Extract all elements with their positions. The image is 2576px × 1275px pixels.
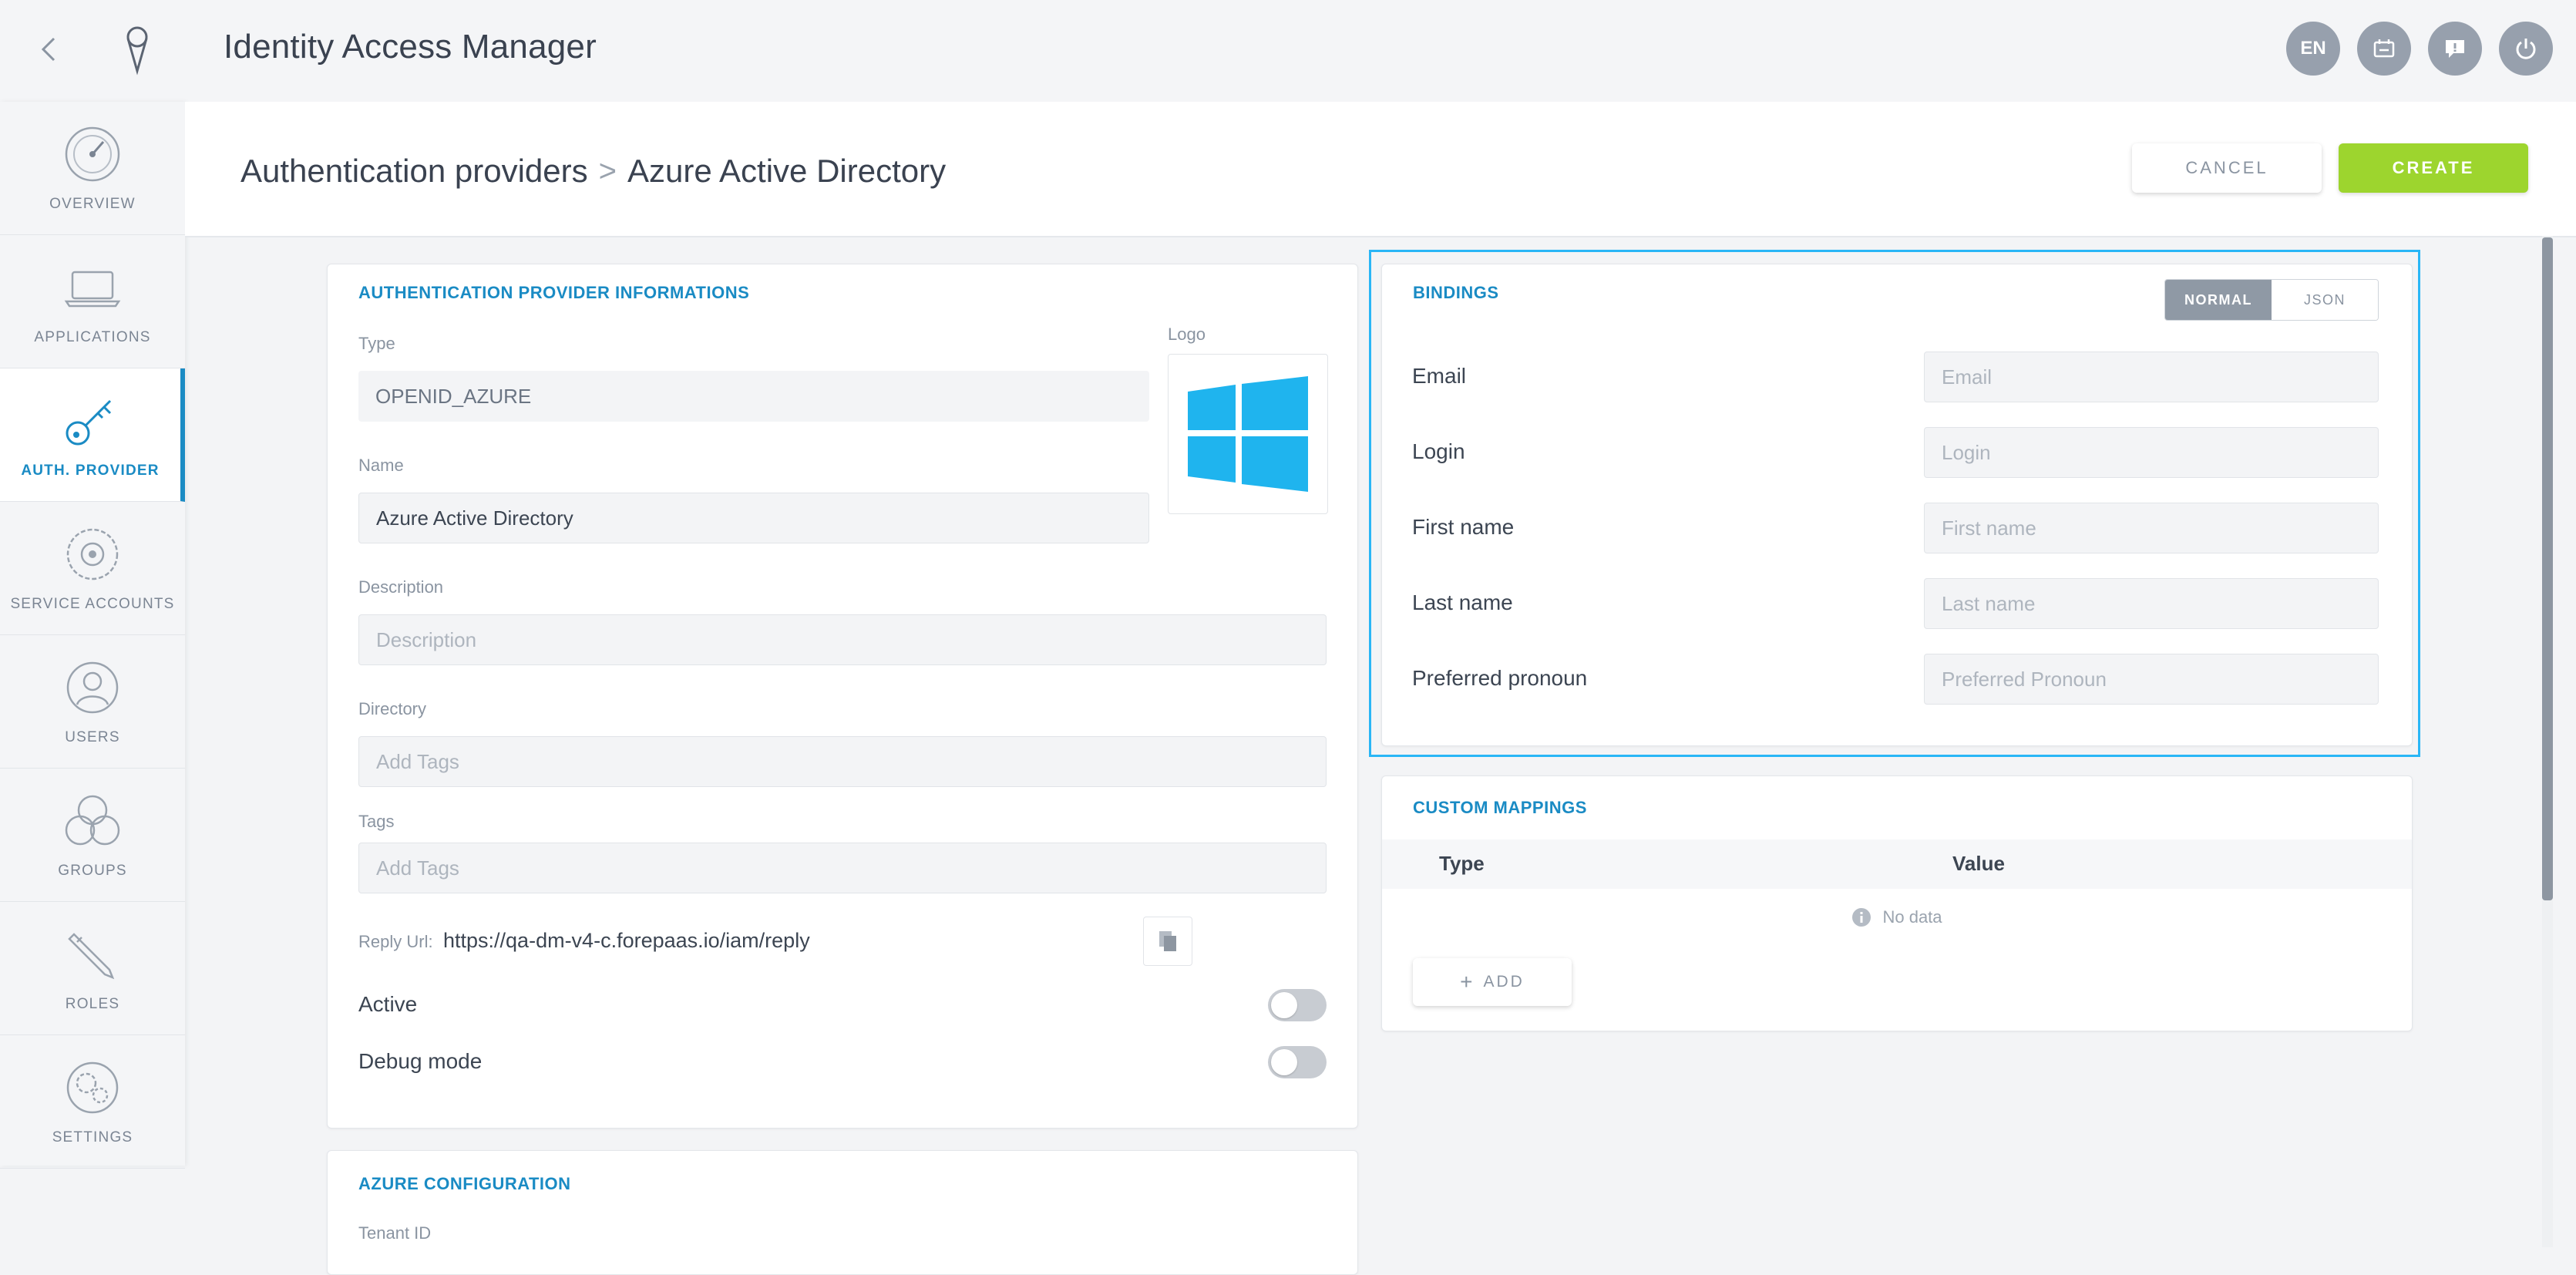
add-button-label: ADD	[1483, 973, 1525, 991]
app-title: Identity Access Manager	[224, 28, 597, 66]
bindings-mode-toggle: NORMAL JSON	[2164, 279, 2379, 321]
app-switcher-icon	[2373, 39, 2395, 58]
provider-info-card: AUTHENTICATION PROVIDER INFORMATIONS Typ…	[327, 264, 1358, 1129]
language-button[interactable]: EN	[2286, 22, 2340, 76]
name-input[interactable]: Azure Active Directory	[358, 493, 1149, 543]
settings-icon	[66, 1061, 119, 1114]
sidebar-item-label: SERVICE ACCOUNTS	[10, 596, 175, 612]
sidebar-item-applications[interactable]: APPLICATIONS	[0, 235, 185, 368]
tags-label: Tags	[358, 812, 395, 831]
pencil-icon	[68, 933, 115, 980]
binding-last-name-input[interactable]: Last name	[1924, 578, 2379, 629]
laptop-icon	[64, 271, 121, 308]
copy-url-button[interactable]	[1143, 917, 1192, 966]
debug-mode-toggle[interactable]	[1268, 1046, 1327, 1078]
azure-config-card: AZURE CONFIGURATION Tenant ID	[327, 1150, 1358, 1275]
card-title: AZURE CONFIGURATION	[358, 1174, 571, 1193]
sidebar-item-groups[interactable]: GROUPS	[0, 769, 185, 902]
sidebar-item-overview[interactable]: OVERVIEW	[0, 102, 185, 235]
apps-button[interactable]	[2357, 22, 2411, 76]
description-input[interactable]: Description	[358, 614, 1327, 665]
breadcrumb-separator: >	[598, 153, 617, 188]
info-icon	[1852, 908, 1871, 927]
add-mapping-button[interactable]: + ADD	[1413, 958, 1572, 1006]
scrollbar-thumb[interactable]	[2542, 237, 2553, 900]
name-label: Name	[358, 456, 404, 475]
column-header-value: Value	[1952, 852, 2005, 875]
empty-state: No data	[1382, 907, 2412, 927]
create-button[interactable]: CREATE	[2339, 143, 2528, 193]
sidebar-item-label: AUTH. PROVIDER	[21, 463, 160, 479]
app-logo-icon[interactable]	[116, 23, 159, 76]
plus-icon: +	[1460, 970, 1473, 994]
directory-label: Directory	[358, 699, 427, 718]
top-bar: Identity Access Manager EN	[0, 0, 2576, 103]
windows-logo-icon	[1188, 376, 1308, 492]
breadcrumb-root[interactable]: Authentication providers	[240, 153, 588, 190]
sidebar-item-label: ROLES	[65, 996, 120, 1012]
tags-input[interactable]: Add Tags	[358, 843, 1327, 893]
card-title: CUSTOM MAPPINGS	[1413, 798, 1587, 817]
sidebar-item-service-accounts[interactable]: SERVICE ACCOUNTS	[0, 502, 185, 635]
empty-state-text: No data	[1882, 907, 1942, 927]
binding-email-label: Email	[1412, 364, 1467, 388]
user-icon	[66, 661, 119, 714]
sidebar-item-label: GROUPS	[58, 863, 127, 879]
binding-first-name-label: First name	[1412, 515, 1515, 539]
reply-url-label: Reply Url:	[358, 932, 433, 951]
sidebar-item-settings[interactable]: SETTINGS	[0, 1035, 185, 1169]
custom-mappings-card: CUSTOM MAPPINGS Type Value No data + ADD	[1381, 775, 2413, 1031]
directory-tags-input[interactable]: Add Tags	[358, 736, 1327, 787]
binding-email-input[interactable]: Email	[1924, 352, 2379, 402]
breadcrumb: Authentication providers > Azure Active …	[240, 153, 946, 190]
power-icon	[2516, 39, 2536, 59]
sidebar-item-users[interactable]: USERS	[0, 635, 185, 769]
logo-label: Logo	[1168, 325, 1206, 344]
debug-mode-label: Debug mode	[358, 1049, 483, 1073]
gear-badge-icon	[66, 528, 119, 580]
group-icon	[65, 795, 120, 846]
binding-login-input[interactable]: Login	[1924, 427, 2379, 478]
key-icon	[66, 399, 112, 446]
cancel-button[interactable]: CANCEL	[2132, 143, 2322, 193]
active-label: Active	[358, 992, 418, 1016]
logo-preview[interactable]	[1168, 354, 1328, 514]
mappings-table-header: Type Value	[1382, 839, 2412, 889]
top-actions: EN	[2286, 22, 2553, 76]
type-label: Type	[358, 334, 395, 353]
mode-normal-button[interactable]: NORMAL	[2165, 280, 2272, 320]
binding-last-name-label: Last name	[1412, 590, 1513, 614]
binding-pronoun-input[interactable]: Preferred Pronoun	[1924, 654, 2379, 705]
sidebar-item-auth-provider[interactable]: AUTH. PROVIDER	[0, 368, 185, 502]
description-label: Description	[358, 577, 444, 597]
logout-button[interactable]	[2499, 22, 2553, 76]
card-title: BINDINGS	[1413, 283, 1499, 302]
copy-icon	[1159, 931, 1176, 951]
binding-first-name-input[interactable]: First name	[1924, 503, 2379, 553]
breadcrumb-current: Azure Active Directory	[627, 153, 947, 189]
tenant-id-label: Tenant ID	[358, 1223, 432, 1243]
column-header-type: Type	[1439, 852, 1485, 875]
binding-login-label: Login	[1412, 439, 1465, 463]
type-field: OPENID_AZURE	[358, 371, 1149, 422]
sidebar-item-label: APPLICATIONS	[34, 329, 151, 345]
sidebar-item-roles[interactable]: ROLES	[0, 902, 185, 1035]
sidebar-item-label: OVERVIEW	[49, 196, 136, 212]
page-header: Authentication providers > Azure Active …	[185, 102, 2576, 237]
binding-pronoun-label: Preferred pronoun	[1412, 666, 1588, 690]
feedback-icon	[2446, 40, 2464, 58]
gauge-icon	[65, 126, 120, 182]
reply-url-value: https://qa-dm-v4-c.forepaas.io/iam/reply	[443, 929, 810, 952]
feedback-button[interactable]	[2428, 22, 2482, 76]
sidebar-item-label: SETTINGS	[52, 1129, 133, 1145]
sidebar: OVERVIEW APPLICATIONS AUTH. PROVIDER SER…	[0, 102, 185, 1169]
card-title: AUTHENTICATION PROVIDER INFORMATIONS	[358, 283, 750, 302]
mode-json-button[interactable]: JSON	[2272, 280, 2378, 320]
sidebar-item-label: USERS	[65, 729, 120, 745]
active-toggle[interactable]	[1268, 989, 1327, 1021]
back-arrow-icon[interactable]	[32, 32, 66, 66]
